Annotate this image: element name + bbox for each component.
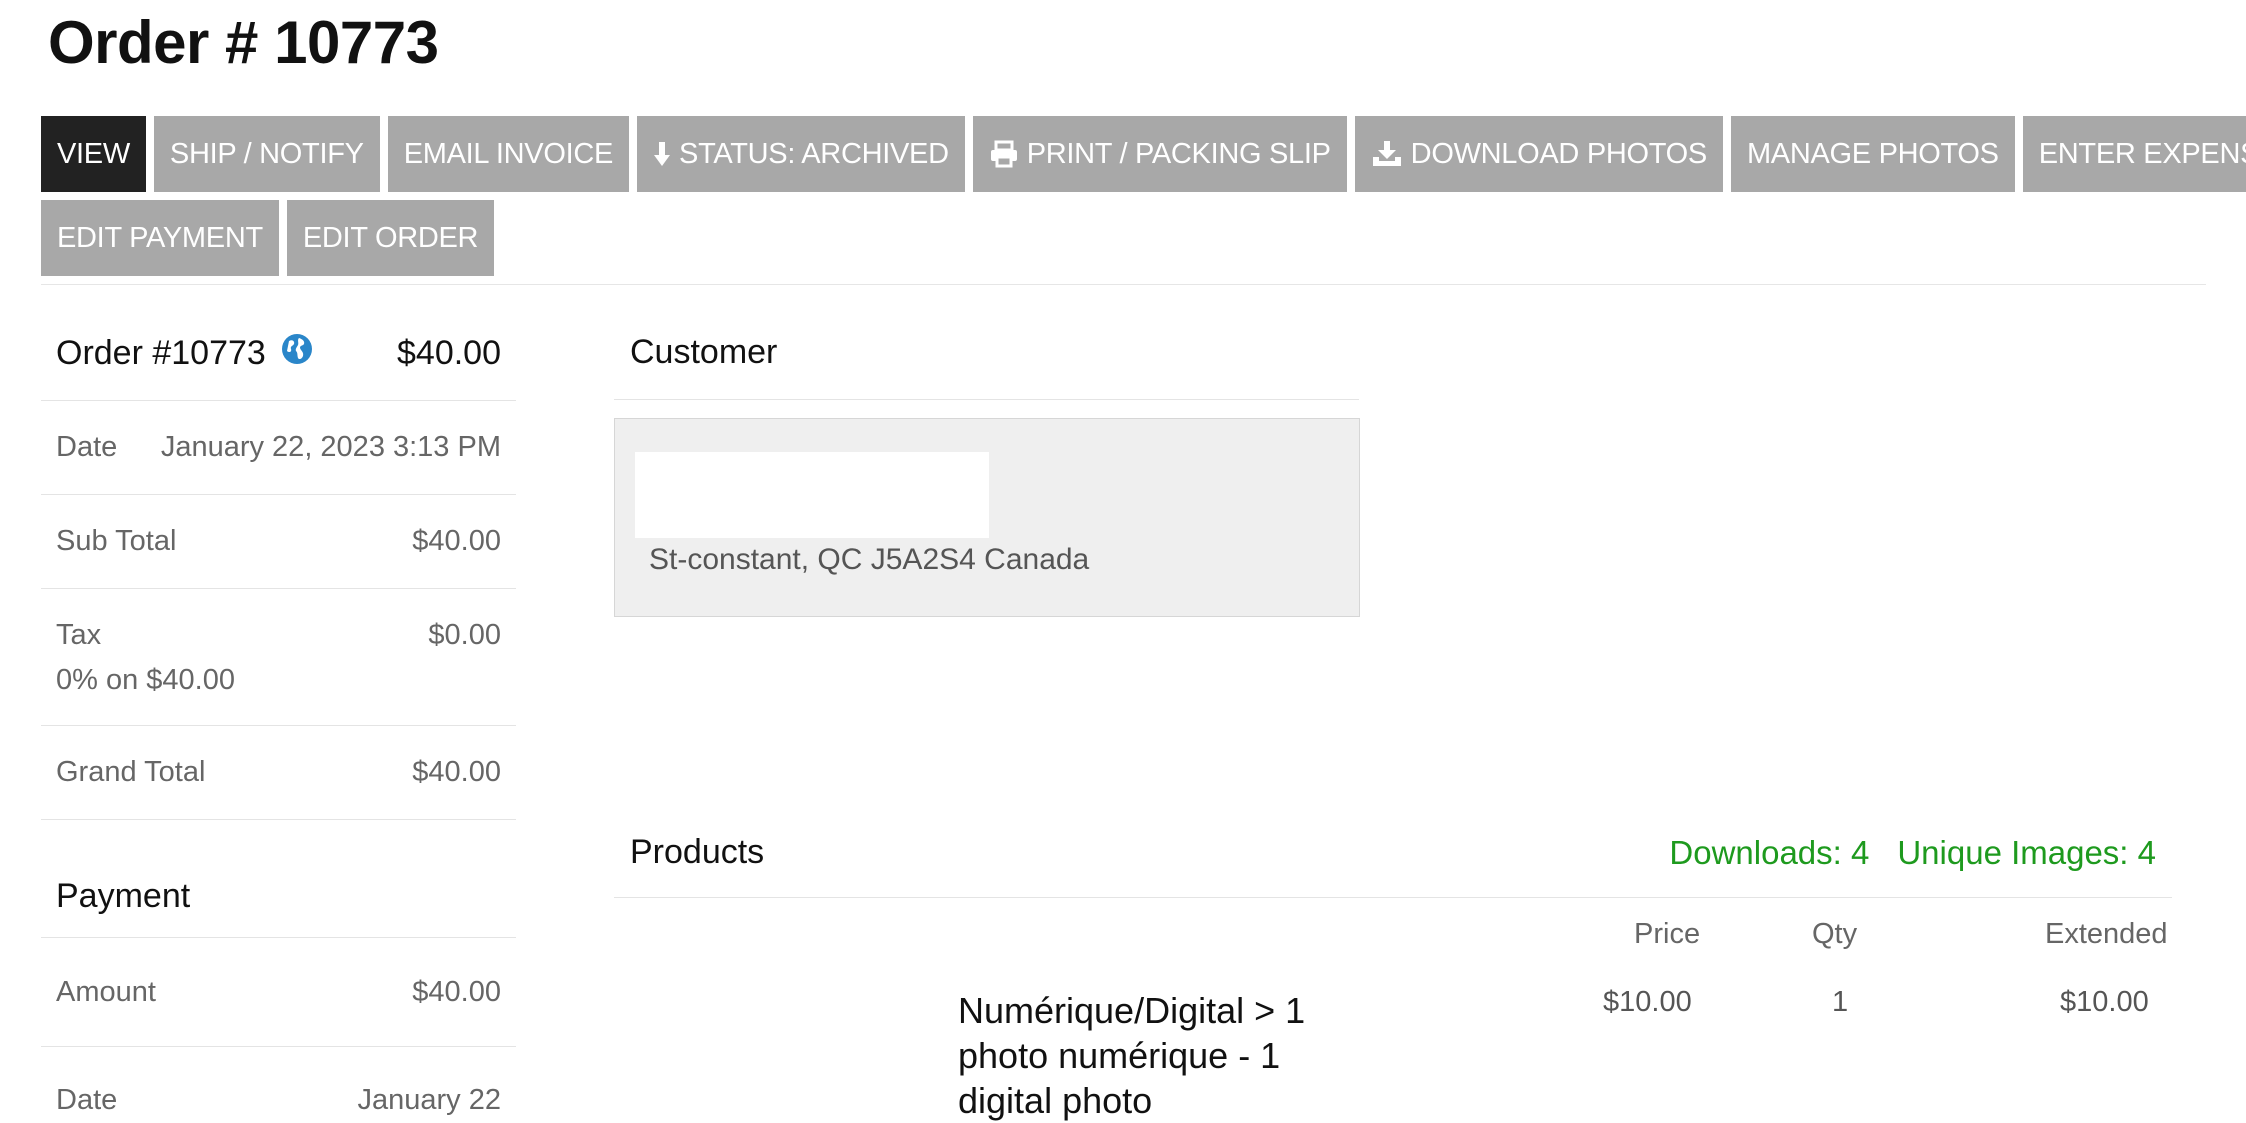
manage-photos-button-label: MANAGE PHOTOS: [1746, 138, 1999, 170]
globe-icon[interactable]: [280, 332, 314, 375]
payment-row-amount: Amount $40.00: [41, 938, 516, 1047]
summary-row-tax: Tax 0% on $40.00 $0.00: [41, 589, 516, 726]
order-number: Order #10773: [56, 333, 266, 372]
download-icon: [1371, 140, 1403, 168]
product-qty: 1: [1832, 986, 1849, 1018]
customer-address: St-constant, QC J5A2S4 Canada: [649, 543, 1090, 576]
view-button[interactable]: VIEW: [41, 116, 146, 192]
payment-title: Payment: [41, 855, 516, 938]
grand-total-label: Grand Total: [56, 756, 206, 788]
order-summary-panel: Order #10773 $40.00 Date January 22, 202…: [41, 306, 516, 1117]
payment-date-label: Date: [56, 1084, 118, 1116]
view-button-label: VIEW: [57, 138, 130, 170]
order-total: $40.00: [397, 333, 501, 372]
arrow-down-icon: [653, 141, 671, 167]
product-name: Numérique/Digital > 1 photo numérique - …: [958, 990, 1306, 1121]
tax-value: $0.00: [428, 619, 501, 651]
toolbar-divider: [41, 284, 2206, 285]
products-header: Products Downloads: 4 Unique Images: 4: [614, 808, 2172, 898]
column-header-extended: Extended: [2045, 918, 2168, 950]
products-title: Products: [630, 833, 765, 871]
print-packing-slip-button-label: PRINT / PACKING SLIP: [1026, 138, 1331, 170]
subtotal-label: Sub Total: [56, 525, 177, 557]
order-page: Order # 10773 VIEW SHIP / NOTIFY EMAIL INV…: [0, 0, 2246, 1122]
enter-expense-button-label: ENTER EXPENSE: [2038, 138, 2246, 170]
payment-row-date: Date January 22: [41, 1047, 516, 1117]
order-toolbar: VIEW SHIP / NOTIFY EMAIL INVOICE STATUS: AR…: [41, 116, 2246, 284]
enter-expense-button[interactable]: ENTER EXPENSE: [2022, 116, 2246, 192]
unique-images-count: Unique Images: 4: [1897, 833, 2156, 871]
payment-amount-value: $40.00: [412, 975, 501, 1008]
print-packing-slip-button[interactable]: PRINT / PACKING SLIP: [972, 116, 1347, 192]
summary-row-date: Date January 22, 2023 3:13 PM: [41, 401, 516, 495]
email-invoice-button-label: EMAIL INVOICE: [403, 138, 614, 170]
date-value: January 22, 2023 3:13 PM: [160, 431, 501, 463]
manage-photos-button[interactable]: MANAGE PHOTOS: [1730, 116, 2015, 192]
column-header-price: Price: [1634, 918, 1701, 950]
toolbar-row-1: VIEW SHIP / NOTIFY EMAIL INVOICE STATUS: AR…: [41, 116, 2246, 192]
downloads-count: Downloads: 4: [1669, 833, 1870, 871]
status-archived-button-label: STATUS: ARCHIVED: [679, 138, 949, 170]
order-summary-header: Order #10773 $40.00: [41, 306, 516, 401]
grand-total-value: $40.00: [412, 756, 501, 788]
email-invoice-button[interactable]: EMAIL INVOICE: [387, 116, 630, 192]
date-label: Date: [56, 431, 118, 463]
edit-order-button[interactable]: EDIT ORDER: [286, 200, 495, 276]
customer-name-redacted: [635, 452, 989, 538]
payment-amount-label: Amount: [56, 975, 156, 1008]
product-price: $10.00: [1603, 986, 1692, 1018]
toolbar-row-2: EDIT PAYMENT EDIT ORDER: [41, 200, 2201, 276]
download-photos-button-label: DOWNLOAD PHOTOS: [1410, 138, 1708, 170]
tax-note: 0% on $40.00: [56, 664, 235, 696]
edit-payment-button[interactable]: EDIT PAYMENT: [41, 200, 279, 276]
customer-address-box: St-constant, QC J5A2S4 Canada: [614, 418, 1360, 617]
ship-notify-button[interactable]: SHIP / NOTIFY: [153, 116, 380, 192]
edit-payment-button-label: EDIT PAYMENT: [57, 222, 263, 254]
printer-icon: [989, 140, 1019, 168]
status-archived-button[interactable]: STATUS: ARCHIVED: [637, 116, 965, 192]
column-header-qty: Qty: [1812, 918, 1858, 950]
summary-row-subtotal: Sub Total $40.00: [41, 495, 516, 589]
ship-notify-button-label: SHIP / NOTIFY: [169, 138, 364, 170]
product-extended: $10.00: [2060, 986, 2149, 1018]
edit-order-button-label: EDIT ORDER: [302, 222, 479, 254]
payment-date-value: January 22: [357, 1084, 502, 1116]
summary-row-grand-total: Grand Total $40.00: [41, 726, 516, 820]
customer-title: Customer: [614, 306, 1359, 400]
tax-label: Tax: [56, 619, 102, 651]
download-photos-button[interactable]: DOWNLOAD PHOTOS: [1354, 116, 1723, 192]
page-title: Order # 10773: [48, 9, 439, 76]
subtotal-value: $40.00: [412, 525, 501, 557]
